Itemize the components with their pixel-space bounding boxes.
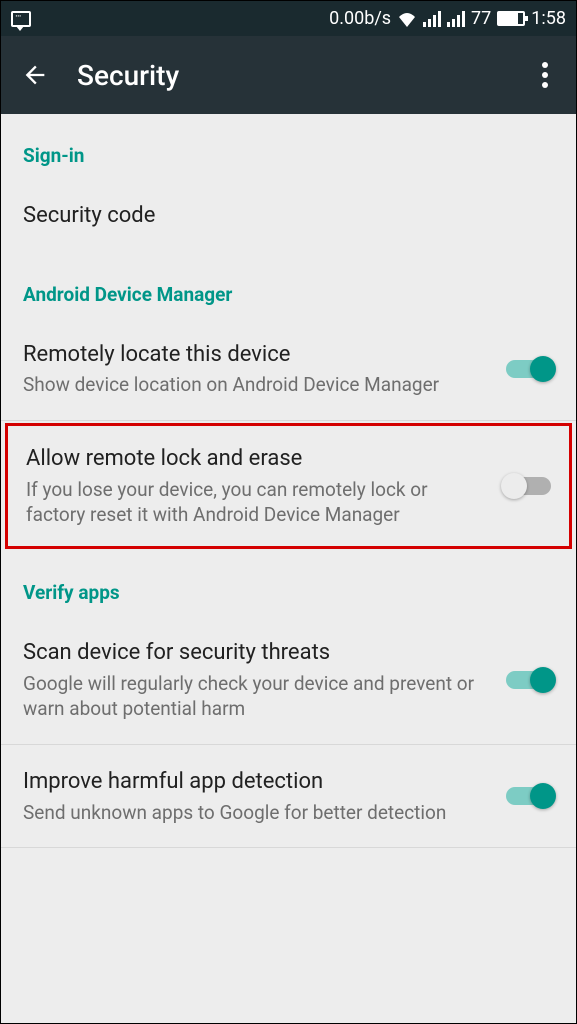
wifi-icon	[397, 11, 417, 27]
item-title: Scan device for security threats	[23, 638, 490, 668]
item-subtitle: Google will regularly check your device …	[23, 671, 490, 722]
item-remotely-locate[interactable]: Remotely locate this device Show device …	[1, 318, 576, 421]
data-rate: 0.00b/s	[329, 8, 391, 29]
item-scan-threats[interactable]: Scan device for security threats Google …	[1, 616, 576, 745]
item-improve-detection[interactable]: Improve harmful app detection Send unkno…	[1, 745, 576, 848]
status-bar: 0.00b/s 77 1:58	[1, 1, 576, 36]
clock: 1:58	[531, 8, 566, 29]
toggle-improve-detection[interactable]	[506, 787, 554, 805]
item-subtitle: If you lose your device, you can remotel…	[26, 477, 487, 528]
item-title: Security code	[23, 201, 554, 231]
battery-icon	[497, 11, 525, 26]
item-title: Remotely locate this device	[23, 340, 490, 370]
item-title: Allow remote lock and erase	[26, 444, 487, 474]
item-security-code[interactable]: Security code	[1, 179, 576, 253]
signal-icon-1	[423, 11, 441, 27]
notification-icon	[11, 11, 31, 27]
settings-list: Sign-in Security code Android Device Man…	[1, 114, 576, 848]
section-adm: Android Device Manager	[1, 253, 576, 318]
section-signin: Sign-in	[1, 114, 576, 179]
toggle-scan-threats[interactable]	[506, 671, 554, 689]
section-verify-apps: Verify apps	[1, 551, 576, 616]
signal-icon-2	[447, 11, 465, 27]
battery-level: 77	[471, 8, 491, 29]
page-title: Security	[77, 59, 534, 92]
back-button[interactable]	[21, 61, 49, 89]
item-title: Improve harmful app detection	[23, 767, 490, 797]
overflow-menu-button[interactable]	[534, 54, 556, 96]
toggle-remotely-locate[interactable]	[506, 360, 554, 378]
item-subtitle: Send unknown apps to Google for better d…	[23, 800, 490, 826]
app-bar: Security	[1, 36, 576, 114]
item-remote-lock-erase[interactable]: Allow remote lock and erase If you lose …	[8, 426, 569, 546]
item-subtitle: Show device location on Android Device M…	[23, 372, 490, 398]
toggle-remote-lock-erase[interactable]	[503, 477, 551, 495]
highlighted-item: Allow remote lock and erase If you lose …	[5, 423, 572, 549]
